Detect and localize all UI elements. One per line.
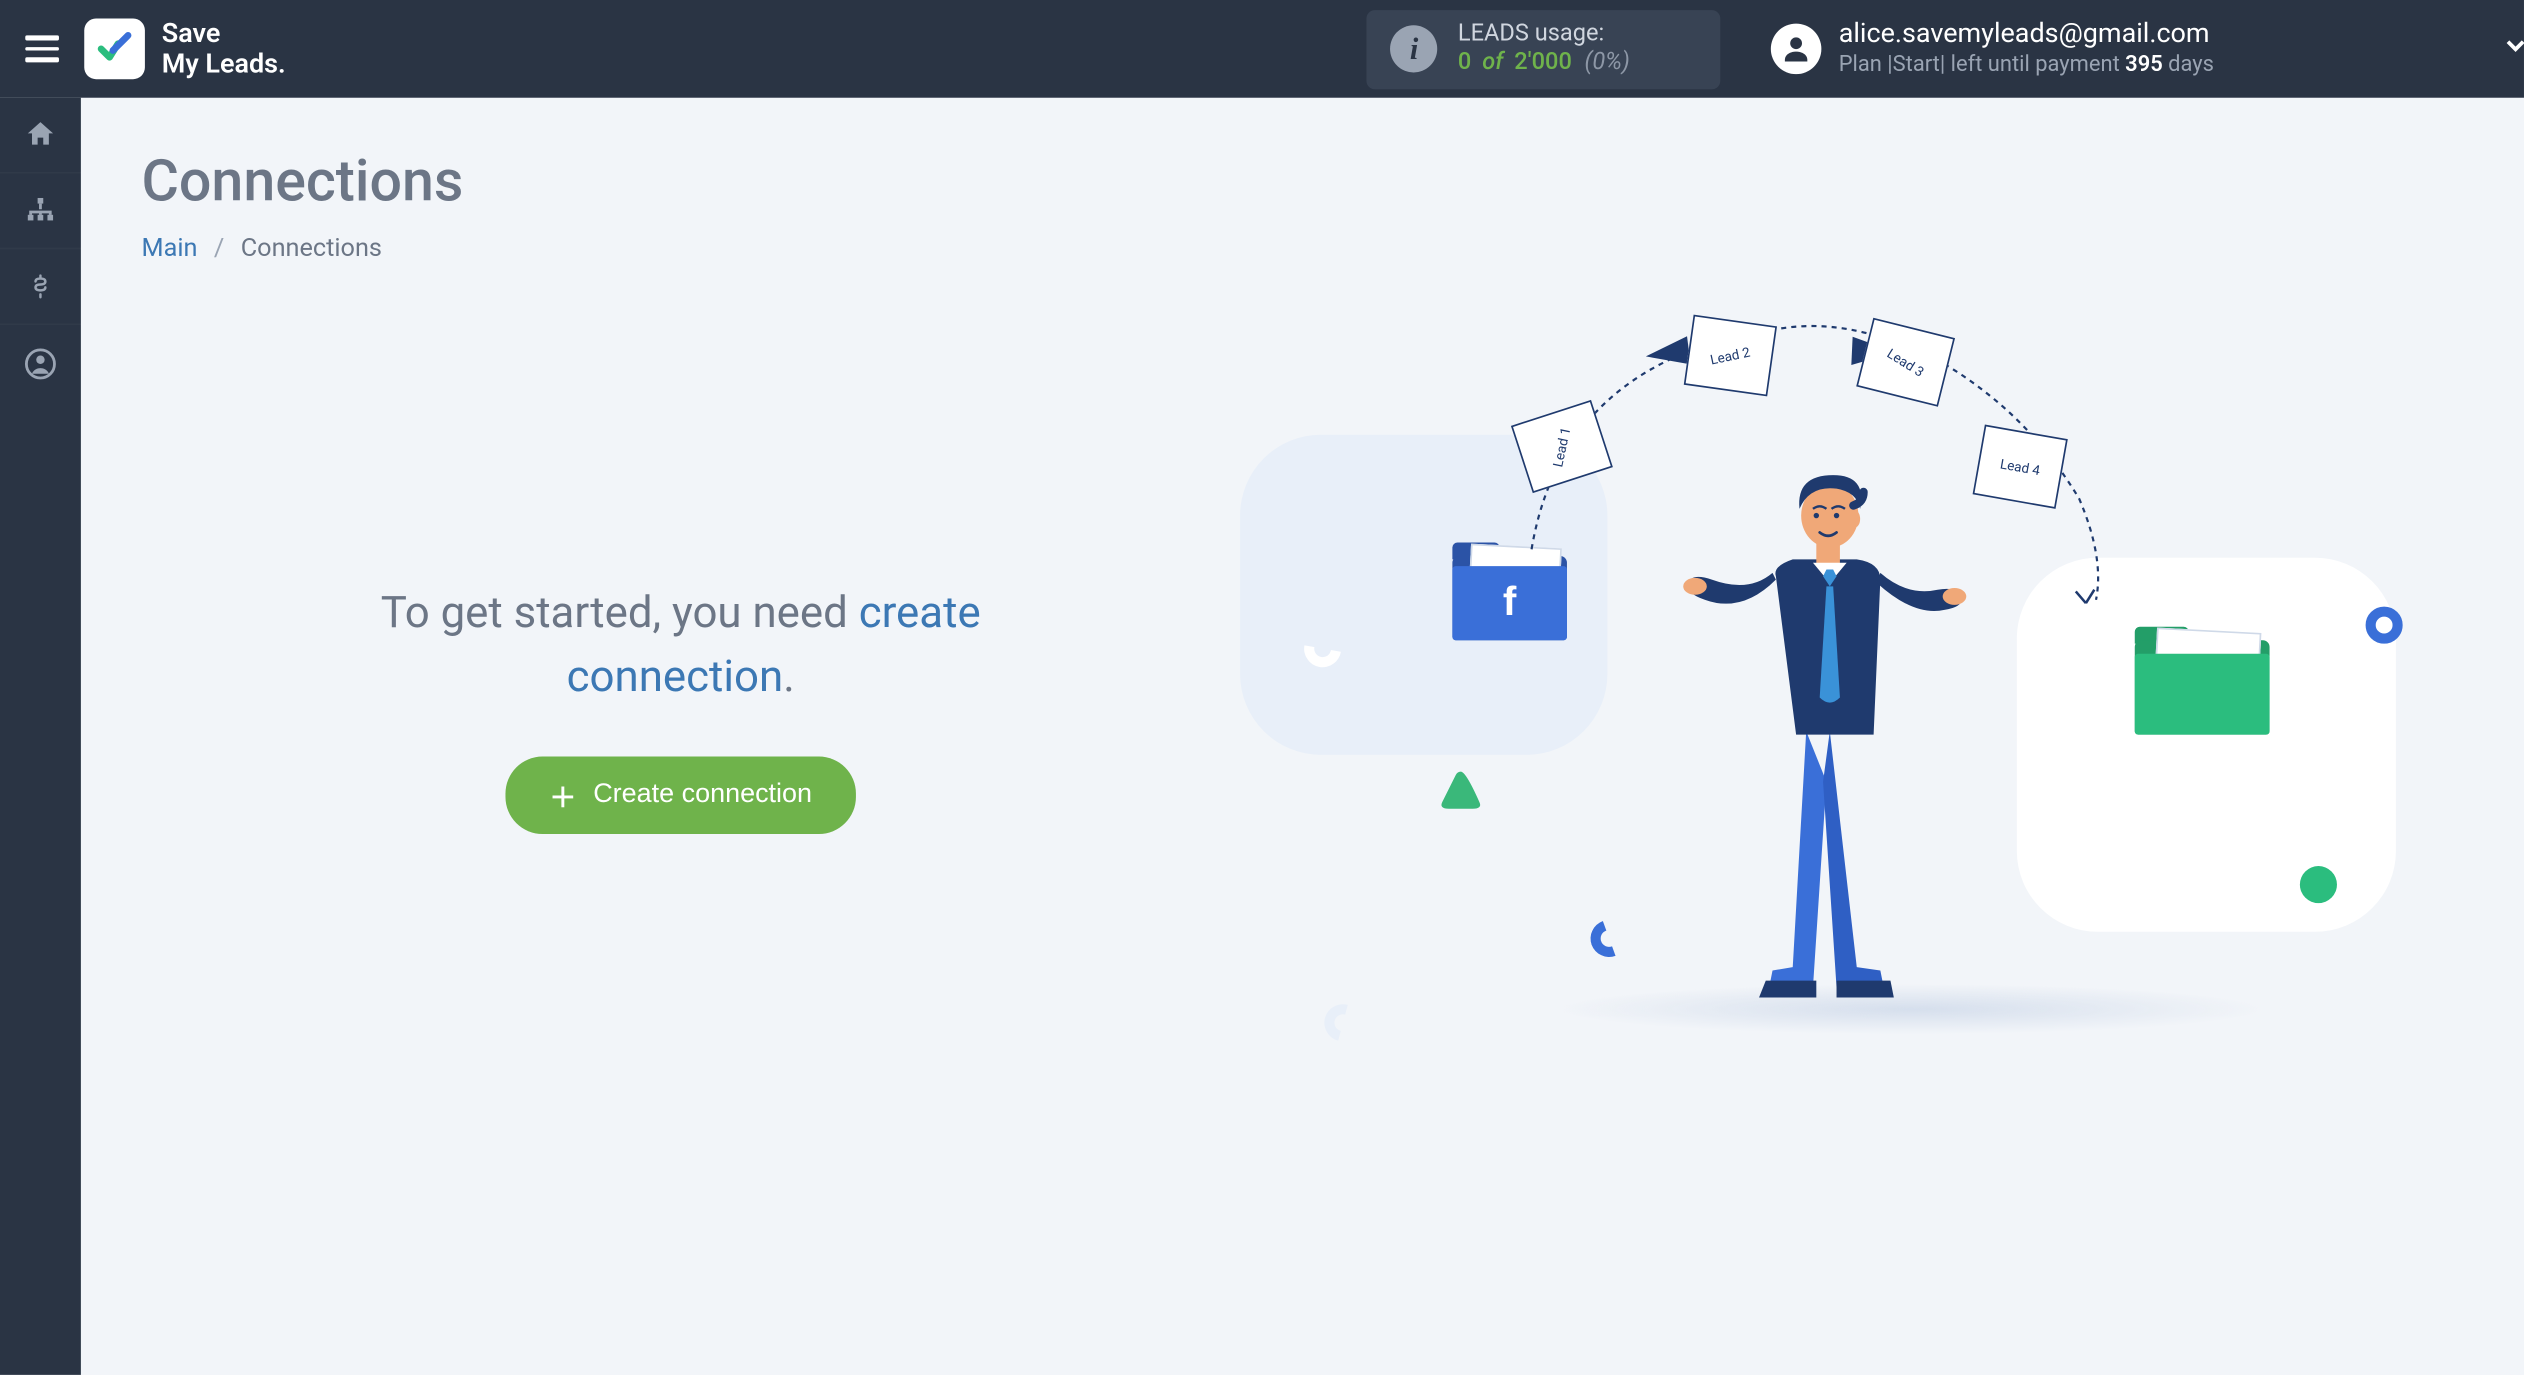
dot-green-icon: [2300, 866, 2337, 903]
empty-link-1: create: [859, 588, 981, 639]
create-button-label: Create connection: [593, 781, 812, 811]
empty-text-1: To get started, you need: [381, 588, 859, 639]
plan-days-suffix: days: [2168, 52, 2214, 77]
usage-current: 0: [1458, 49, 1471, 76]
app-header: Save My Leads. i LEADS usage: 0 of 2'000…: [0, 0, 2524, 98]
brand-line2: My Leads.: [162, 49, 286, 80]
plan-days: 395: [2125, 52, 2163, 77]
leads-usage-box[interactable]: i LEADS usage: 0 of 2'000 (0%): [1367, 9, 1721, 88]
crescent-blue-icon: [1584, 914, 1633, 963]
usage-numbers: 0 of 2'000 (0%): [1458, 49, 1630, 78]
lead-doc-4: Lead 4: [1973, 425, 2068, 509]
account-chevron-icon[interactable]: [2231, 30, 2501, 67]
sidebar-connections-icon[interactable]: [0, 174, 81, 250]
avatar-icon: [1771, 24, 1822, 75]
breadcrumb: Main / Connections: [142, 233, 2464, 263]
page-title: Connections: [142, 148, 2464, 215]
empty-period: .: [783, 652, 795, 703]
account-menu[interactable]: alice.savemyleads@gmail.com Plan |Start|…: [1771, 17, 2214, 80]
plan-prefix: Plan |: [1839, 52, 1893, 77]
empty-link-2: connection: [567, 652, 784, 703]
info-icon: i: [1391, 25, 1438, 72]
breadcrumb-separator: /: [214, 233, 224, 263]
usage-title: LEADS usage:: [1458, 19, 1630, 48]
plus-icon: ＋: [549, 776, 576, 816]
app-layout: Connections Main / Connections To get st…: [0, 98, 2524, 1375]
account-text: alice.savemyleads@gmail.com Plan |Start|…: [1839, 17, 2214, 80]
usage-total: 2'000: [1514, 49, 1572, 76]
person-illustration: [1675, 445, 1978, 1018]
account-plan: Plan |Start| left until payment 395 days: [1839, 52, 2214, 80]
main-content: Connections Main / Connections To get st…: [81, 98, 2524, 1375]
lead-doc-2: Lead 2: [1684, 315, 1777, 397]
plan-mid: | left until payment: [1940, 52, 2120, 77]
create-connection-button[interactable]: ＋ Create connection: [506, 757, 856, 835]
plan-name: Start: [1893, 52, 1940, 77]
sidebar-account-icon[interactable]: [0, 325, 81, 401]
content-row: To get started, you need create connecti…: [142, 297, 2464, 1106]
brand-logo[interactable]: Save My Leads.: [84, 18, 285, 80]
sidebar-billing-icon[interactable]: [0, 249, 81, 325]
logo-icon: [84, 19, 145, 80]
usage-percent: (0%): [1584, 49, 1629, 76]
usage-text: LEADS usage: 0 of 2'000 (0%): [1458, 19, 1630, 78]
account-email: alice.savemyleads@gmail.com: [1839, 17, 2214, 52]
sidebar: [0, 98, 81, 1375]
empty-state-text: To get started, you need create connecti…: [381, 583, 981, 710]
menu-toggle[interactable]: [17, 24, 68, 75]
illustration: f Lead 1 Lead: [1220, 297, 2463, 1106]
empty-state: To get started, you need create connecti…: [142, 297, 1220, 835]
brand-text: Save My Leads.: [162, 18, 286, 80]
brand-line1: Save: [162, 18, 286, 49]
crescent-light-icon: [1318, 997, 1369, 1048]
usage-of: of: [1482, 49, 1503, 76]
breadcrumb-current: Connections: [241, 233, 382, 263]
breadcrumb-main-link[interactable]: Main: [142, 233, 198, 263]
sidebar-home-icon[interactable]: [0, 98, 81, 174]
